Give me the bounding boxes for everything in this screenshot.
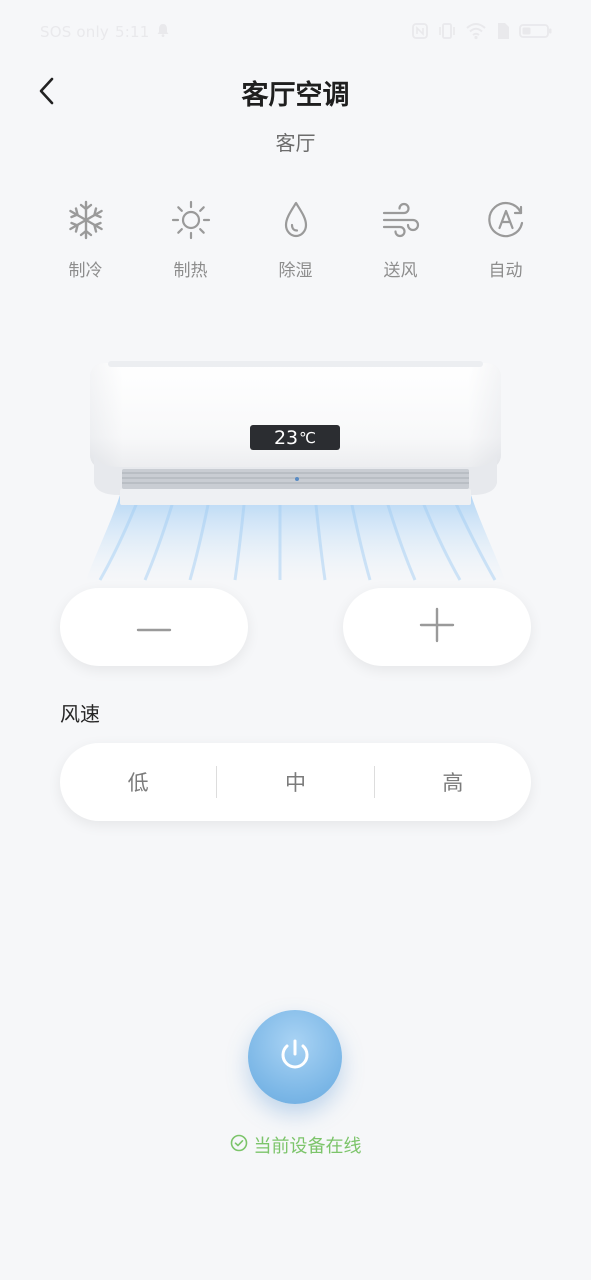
sun-icon — [169, 198, 213, 242]
mode-label: 制热 — [173, 261, 208, 281]
nfc-icon — [411, 22, 429, 40]
mode-selector: 制冷 制热 除湿 送风 自动 — [33, 198, 558, 288]
fan-speed-title: 风速 — [60, 702, 100, 726]
mode-auto[interactable]: 自动 — [453, 198, 558, 288]
mode-label: 制冷 — [68, 261, 103, 281]
mode-dry[interactable]: 除湿 — [243, 198, 348, 288]
decrease-temperature-button[interactable] — [60, 588, 248, 666]
increase-temperature-button[interactable] — [343, 588, 531, 666]
fan-speed-medium[interactable]: 中 — [217, 743, 373, 821]
clock: 5:11 — [114, 23, 150, 41]
temperature-unit: ℃ — [299, 428, 317, 447]
wifi-icon — [465, 22, 487, 40]
vibrate-icon — [437, 22, 457, 40]
device-status: 当前设备在线 — [0, 1132, 591, 1158]
status-bar: SOS only 5:11 — [0, 0, 591, 66]
sim-icon — [495, 22, 511, 40]
mode-label: 自动 — [488, 261, 523, 281]
power-button[interactable] — [248, 1010, 342, 1104]
temperature-value: 23 — [273, 426, 299, 449]
mode-fan[interactable]: 送风 — [348, 198, 453, 288]
minus-icon — [136, 618, 172, 637]
mode-label: 除湿 — [278, 261, 313, 281]
bell-icon — [155, 22, 171, 42]
mode-label: 送风 — [383, 261, 418, 281]
fan-speed-low[interactable]: 低 — [60, 743, 216, 821]
fan-speed-high[interactable]: 高 — [375, 743, 531, 821]
page-title: 客厅空调 — [241, 80, 350, 111]
plus-icon — [419, 607, 455, 647]
battery-icon — [519, 22, 553, 40]
ac-temperature-display: 23 ℃ — [250, 425, 340, 450]
mode-heat[interactable]: 制热 — [138, 198, 243, 288]
auto-icon — [484, 198, 528, 242]
wind-icon — [379, 198, 423, 242]
ac-illustration: 23 ℃ — [80, 355, 511, 600]
online-status-text: 当前设备在线 — [253, 1136, 362, 1157]
snowflake-icon — [64, 198, 108, 242]
mode-cool[interactable]: 制冷 — [33, 198, 138, 288]
fan-speed-selector: 低 中 高 — [60, 743, 531, 821]
power-icon — [275, 1035, 315, 1079]
check-circle-icon — [230, 1134, 248, 1156]
status-icons — [411, 22, 553, 40]
room-subtitle: 客厅 — [275, 131, 316, 155]
carrier-text: SOS only — [40, 23, 109, 41]
droplet-icon — [274, 198, 318, 242]
status-left: SOS only 5:11 — [40, 22, 171, 42]
